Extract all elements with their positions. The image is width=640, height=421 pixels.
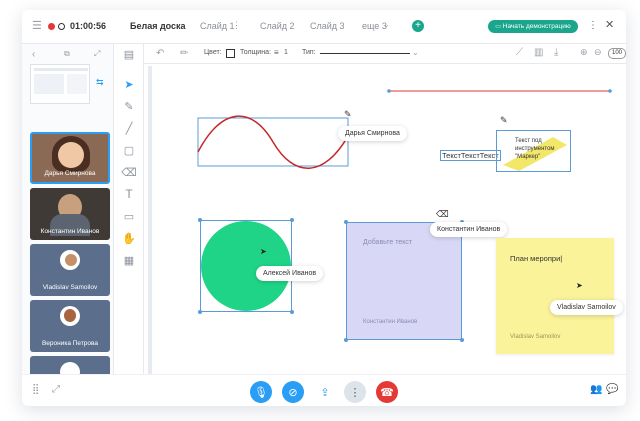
tab-slide-3[interactable]: Слайд 3: [310, 21, 345, 31]
marker-icon: ✎: [500, 115, 508, 125]
participants-sidebar: ‹ ⧉ ⤢ ⇆ Дарья Смирнова Константин Иванов…: [22, 44, 114, 374]
chevron-down-icon[interactable]: ⌄: [412, 49, 419, 57]
thickness-icon[interactable]: ≡: [274, 49, 279, 57]
tools-panel: ▤ ➤ ✎ ╱ ▢ ⌫ T ▭ ✋ ▦: [114, 44, 144, 374]
eraser-icon[interactable]: ⌫: [121, 164, 137, 180]
pen-icon[interactable]: ✎: [121, 98, 137, 114]
pen-cursor-icon: ✎: [344, 109, 352, 119]
purple-sticky-note[interactable]: Добавьте текст Константин Иванов: [344, 220, 464, 342]
line-icon[interactable]: ╱: [121, 120, 137, 136]
cursor-label-konstantin: Константин Иванов: [430, 222, 508, 237]
camera-off-button[interactable]: ⊘: [282, 381, 304, 403]
participant-tile[interactable]: Vladislav Samoilov: [30, 244, 110, 296]
eraser-cursor-icon: ⌫: [436, 209, 449, 219]
chat-icon[interactable]: 💬: [606, 385, 618, 395]
avatar: [60, 306, 80, 326]
app-window: ☰ 01:00:56 Белая доска Слайд 1 ⋮ Слайд 2…: [22, 10, 626, 406]
shared-screen-thumbnail[interactable]: [30, 64, 90, 104]
call-controls: ⣿ ⤢ 🎙 ⊘ ⇪ ⋮ ☎ 👥 💬: [22, 374, 626, 406]
present-icon: ▭: [495, 24, 501, 30]
brush-icon[interactable]: ✏: [180, 49, 188, 59]
yellow-note-text[interactable]: План меропри|: [510, 254, 562, 263]
thickness-label: Толщина:: [240, 49, 271, 56]
stop-record-icon[interactable]: [58, 23, 65, 30]
participant-name: Вероника Петрова: [41, 340, 99, 347]
thickness-value[interactable]: 1: [284, 49, 288, 56]
tab-slide-2[interactable]: Слайд 2: [260, 21, 295, 31]
top-bar: ☰ 01:00:56 Белая доска Слайд 1 ⋮ Слайд 2…: [22, 10, 626, 44]
download-icon[interactable]: ⤓: [554, 48, 558, 58]
record-indicator-icon: [48, 23, 55, 30]
shape-icon[interactable]: ▢: [121, 142, 137, 158]
zoom-level[interactable]: 100: [608, 48, 626, 59]
zoom-out-icon[interactable]: ⊖: [594, 48, 602, 57]
cursor-icon: ➤: [576, 281, 583, 290]
hand-icon[interactable]: ✋: [121, 230, 137, 246]
panel-toggle-icon[interactable]: ▤: [121, 46, 137, 62]
whiteboard-canvas[interactable]: ✎ Дарья Смирнова ТекстТекстТекст ✎ Текст…: [148, 66, 623, 374]
line-type-label: Тип:: [302, 49, 316, 56]
end-call-button[interactable]: ☎: [376, 381, 398, 403]
participant-name: Дарья Смирнова: [44, 170, 96, 177]
map-icon[interactable]: ▥: [534, 48, 543, 58]
tab-slide-1[interactable]: Слайд 1: [200, 21, 235, 31]
marker-note-frame[interactable]: Текст под инструментом "Маркер": [496, 130, 571, 172]
cursor-label-vladislav: Vladislav Samoilov: [550, 300, 623, 315]
zoom-in-icon[interactable]: ⊕: [580, 48, 588, 57]
picture-in-picture-icon[interactable]: ⧉: [64, 50, 70, 58]
text-box[interactable]: ТекстТекстТекст: [440, 150, 501, 161]
purple-note-placeholder: Добавьте текст: [363, 239, 413, 246]
undo-icon[interactable]: ↶: [156, 49, 164, 59]
participant-name: Vladislav Samoilov: [42, 284, 98, 291]
board-title[interactable]: Белая доска: [130, 21, 186, 31]
color-label: Цвет:: [204, 49, 222, 56]
present-label: Начать демонстрацию: [502, 23, 571, 30]
sync-icon[interactable]: ⇆: [96, 78, 104, 87]
cursor-icon: ➤: [260, 247, 267, 256]
sine-curve[interactable]: [197, 115, 349, 169]
participant-tile[interactable]: Вероника Петрова: [30, 300, 110, 352]
cursor-label-aleksey: Алексей Иванов: [256, 266, 324, 281]
chevron-left-icon[interactable]: ‹: [32, 50, 35, 60]
chevron-down-icon[interactable]: ⌄: [383, 21, 390, 29]
purple-note-author: Константин Иванов: [363, 319, 418, 325]
participant-tile[interactable]: Константин Иванов: [30, 188, 110, 240]
more-options-icon[interactable]: ⋮: [588, 21, 598, 31]
cursor-label-daria: Дарья Смирнова: [338, 126, 407, 141]
fullscreen-icon[interactable]: ⤢: [52, 385, 60, 395]
share-screen-button[interactable]: ⇪: [314, 381, 336, 403]
close-icon[interactable]: ✕: [605, 20, 614, 31]
participant-tile[interactable]: Дарья Смирнова: [30, 132, 110, 184]
grid-view-icon[interactable]: ⣿: [32, 385, 39, 395]
session-time: 01:00:56: [70, 21, 107, 31]
menu-icon[interactable]: ☰: [32, 21, 42, 32]
tab-options-icon[interactable]: ⋮: [232, 21, 241, 30]
text-icon[interactable]: T: [121, 186, 137, 202]
avatar: [60, 362, 80, 374]
pointer-icon[interactable]: ➤: [121, 76, 137, 92]
microphone-button[interactable]: 🎙: [250, 381, 272, 403]
start-presentation-button[interactable]: ▭ Начать демонстрацию: [488, 20, 578, 33]
ruler-icon[interactable]: ⟋: [516, 48, 523, 58]
participants-icon[interactable]: 👥: [590, 385, 602, 395]
expand-icon[interactable]: ⤢: [94, 50, 100, 58]
add-slide-button[interactable]: +: [412, 20, 424, 32]
participant-tile[interactable]: [30, 356, 110, 374]
marker-note-text: Текст под инструментом "Маркер": [515, 138, 555, 160]
image-icon[interactable]: ▦: [121, 252, 137, 268]
drawing-toolbar: ↶ ✏ Цвет: Толщина: ≡ 1 Тип: ⌄ ⟋ ▥ ⤓ ⊕ ⊖ …: [144, 44, 626, 64]
yellow-sticky-note[interactable]: План меропри| Vladislav Samoilov: [496, 238, 614, 354]
line-type-select[interactable]: [320, 53, 410, 54]
participant-name: Константин Иванов: [40, 228, 100, 235]
color-swatch[interactable]: [226, 49, 235, 58]
sticky-note-icon[interactable]: ▭: [121, 208, 137, 224]
yellow-note-author: Vladislav Samoilov: [510, 334, 561, 340]
more-actions-button[interactable]: ⋮: [344, 381, 366, 403]
avatar: [60, 250, 80, 270]
